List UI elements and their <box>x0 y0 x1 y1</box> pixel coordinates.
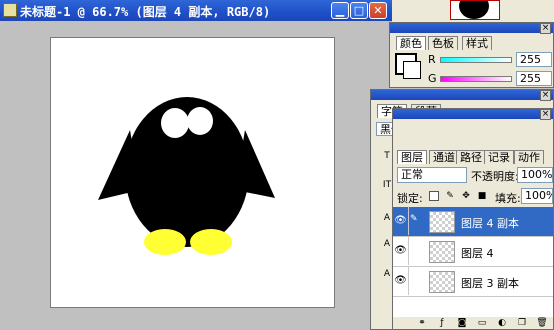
layer-name: 图层 3 副本 <box>461 277 519 290</box>
g-channel-value[interactable]: 255 <box>516 71 552 86</box>
minimize-button[interactable]: ▁ <box>331 2 349 19</box>
link-icon[interactable]: ⚭ <box>415 317 429 329</box>
opacity-label: 不透明度: <box>471 170 519 183</box>
tab-history[interactable]: 记录 <box>484 150 514 164</box>
brush-icon: ✎ <box>410 214 418 224</box>
adjust-icon[interactable]: ◐ <box>495 317 509 329</box>
tab-channels[interactable]: 通道 <box>429 150 459 164</box>
style-icon[interactable]: ƒ <box>435 317 449 329</box>
layer-name: 图层 4 副本 <box>461 217 519 230</box>
layers-list: 👁 ✎ 图层 4 副本 👁 图层 4 👁 图层 3 副本 <box>393 207 553 317</box>
blend-mode-select[interactable]: 正常 <box>397 167 467 183</box>
close-button[interactable]: ✕ <box>369 2 387 19</box>
color-palette: × 颜色 色板 样式 R 255 G 255 <box>389 22 554 88</box>
photoshop-doc-icon <box>3 3 17 17</box>
navigator-palette <box>392 0 554 22</box>
layer-name: 图层 4 <box>461 247 494 260</box>
lock-all-icon[interactable]: ■ <box>475 189 489 203</box>
fill-field[interactable]: 100% <box>521 188 553 204</box>
layer-row[interactable]: 👁 ✎ 图层 4 副本 <box>393 207 553 237</box>
set-icon[interactable]: ▭ <box>475 317 489 329</box>
close-icon[interactable]: × <box>540 90 551 101</box>
tab-actions[interactable]: 动作 <box>514 150 544 164</box>
layer-row[interactable]: 👁 图层 4 <box>393 237 553 267</box>
navigator-thumbnail[interactable] <box>450 0 500 20</box>
opacity-field[interactable]: 100% <box>517 167 553 183</box>
layers-palette: × 图层 通道 路径 记录 动作 正常 不透明度: 100% 锁定: ✎ ✥ ■… <box>392 108 554 330</box>
fill-label: 填充: <box>495 192 521 205</box>
layer-thumbnail <box>429 211 455 233</box>
lock-transparency-icon[interactable] <box>429 191 439 201</box>
maximize-button[interactable]: □ <box>350 2 368 19</box>
close-icon[interactable]: × <box>540 109 551 120</box>
lock-position-icon[interactable]: ✥ <box>459 189 473 203</box>
layers-footer: ⚭ ƒ ◙ ▭ ◐ ❐ 🗑 <box>393 317 553 329</box>
tab-swatches[interactable]: 色板 <box>428 36 458 50</box>
penguin-right-eye <box>187 107 213 135</box>
tab-styles[interactable]: 样式 <box>462 36 492 50</box>
background-color-swatch[interactable] <box>403 61 421 79</box>
document-title: 未标题-1 @ 66.7% (图层 4 副本, RGB/8) <box>20 5 271 19</box>
tab-color[interactable]: 颜色 <box>396 36 426 50</box>
penguin-right-foot <box>190 229 232 255</box>
canvas[interactable] <box>50 37 335 308</box>
new-layer-icon[interactable]: ❐ <box>515 317 529 329</box>
tab-layers[interactable]: 图层 <box>397 150 427 164</box>
character-palette-title-bar[interactable]: × <box>371 90 553 101</box>
trash-icon[interactable]: 🗑 <box>535 317 549 329</box>
penguin-artwork <box>98 97 275 255</box>
layer-thumbnail <box>429 271 455 293</box>
eye-icon[interactable]: 👁 <box>393 237 409 265</box>
document-title-bar[interactable]: 未标题-1 @ 66.7% (图层 4 副本, RGB/8) ▁ □ ✕ <box>0 0 392 21</box>
g-channel-slider[interactable] <box>440 76 512 82</box>
g-channel-label: G <box>428 72 437 85</box>
layer-row[interactable]: 👁 图层 3 副本 <box>393 267 553 297</box>
penguin-left-foot <box>144 229 186 255</box>
r-channel-label: R <box>428 53 436 66</box>
mask-icon[interactable]: ◙ <box>455 317 469 329</box>
lock-image-icon[interactable]: ✎ <box>443 189 457 203</box>
color-palette-title-bar[interactable]: × <box>390 23 553 34</box>
close-icon[interactable]: × <box>540 23 551 34</box>
eye-icon[interactable]: 👁 <box>393 267 409 295</box>
document-window: 未标题-1 @ 66.7% (图层 4 副本, RGB/8) ▁ □ ✕ <box>0 0 392 330</box>
eye-icon[interactable]: 👁 <box>393 207 409 235</box>
layer-thumbnail <box>429 241 455 263</box>
lock-label: 锁定: <box>397 192 423 205</box>
tab-paths[interactable]: 路径 <box>456 150 486 164</box>
r-channel-value[interactable]: 255 <box>516 52 552 67</box>
penguin-left-eye <box>161 108 189 138</box>
layers-palette-title-bar[interactable]: × <box>393 109 553 120</box>
r-channel-slider[interactable] <box>440 57 512 63</box>
